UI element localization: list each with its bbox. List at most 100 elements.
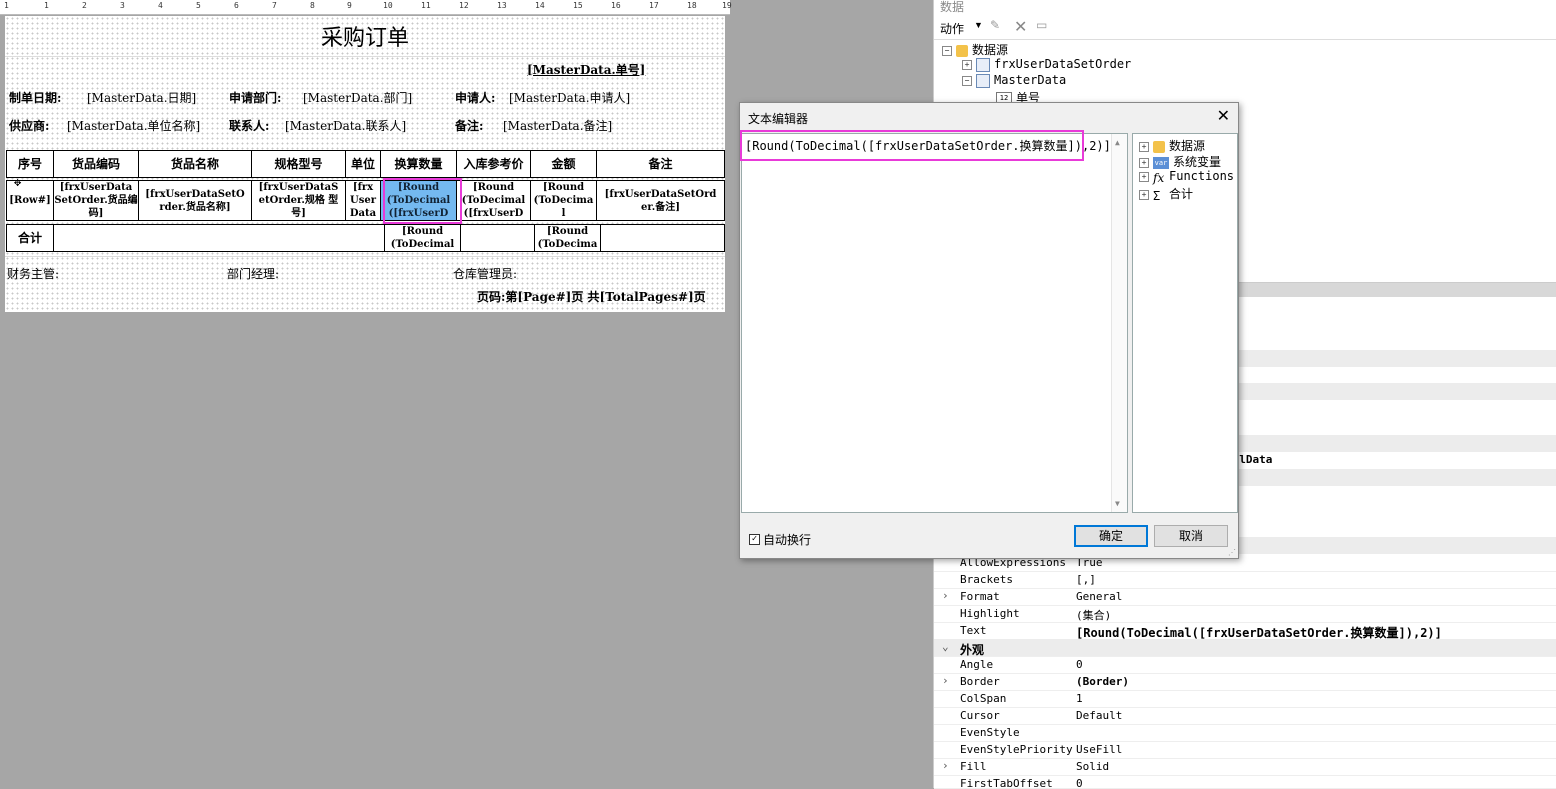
data-cell[interactable]: [Round (ToDecimal ([frxUserD (456, 180, 531, 221)
tree-item-dataset[interactable]: + frxUserDataSetOrder (962, 57, 1131, 72)
edit-icon[interactable]: ✎ (990, 18, 1000, 32)
expand-arrow-icon[interactable]: › (942, 759, 949, 772)
wordwrap-checkbox[interactable]: ✓ (749, 534, 760, 545)
finance-label[interactable]: 财务主管: (7, 265, 59, 282)
tree2-item-totals[interactable]: + Σ 合计 (1139, 185, 1193, 203)
total-amt-cell[interactable]: [Round (ToDecima (534, 224, 601, 252)
prop-value[interactable]: General (1076, 590, 1122, 603)
expand-arrow-icon[interactable]: › (942, 589, 949, 602)
collapse-arrow-icon[interactable]: ⌄ (942, 640, 949, 653)
prop-value[interactable]: 0 (1076, 658, 1083, 671)
total-empty-cell[interactable] (460, 224, 535, 252)
date-label[interactable]: 制单日期: (9, 89, 61, 106)
expand-arrow-icon[interactable]: › (942, 674, 949, 687)
date-field[interactable]: [MasterData.日期] (87, 89, 196, 106)
warehouse-label[interactable]: 仓库管理员: (453, 265, 517, 282)
report-title[interactable]: 采购订单 (5, 20, 725, 52)
col-header[interactable]: 单位 (345, 150, 381, 178)
prop-row[interactable]: › Border (Border) (934, 673, 1556, 691)
col-header[interactable]: 换算数量 (380, 150, 457, 178)
wordwrap-label[interactable]: 自动换行 (763, 531, 811, 548)
insert-tree[interactable]: + 数据源 + var 系统变量 + fx Functions + Σ 合计 (1132, 133, 1238, 513)
prop-value[interactable]: 0 (1076, 777, 1083, 788)
remark-field[interactable]: [MasterData.备注] (503, 117, 612, 134)
supplier-label[interactable]: 供应商: (9, 117, 49, 134)
expand-icon[interactable]: + (1139, 141, 1149, 152)
prop-row[interactable]: › Format General (934, 588, 1556, 606)
tree-item-masterdata[interactable]: − MasterData (962, 73, 1066, 88)
prop-row[interactable]: Cursor Default (934, 707, 1556, 725)
tree-item-datasource[interactable]: − 数据源 (942, 41, 1008, 58)
col-header[interactable]: 序号 (6, 150, 54, 178)
expand-icon[interactable]: + (1139, 171, 1149, 182)
data-cell[interactable]: [frx User Data (345, 180, 381, 221)
tree2-item-datasource[interactable]: + 数据源 (1139, 137, 1205, 154)
prop-value[interactable]: (集合) (1076, 607, 1111, 623)
scroll-down-icon[interactable]: ▼ (1115, 499, 1120, 508)
ok-button[interactable]: 确定 (1074, 525, 1148, 547)
contact-field[interactable]: [MasterData.联系人] (285, 117, 406, 134)
prop-value[interactable]: UseFill (1076, 743, 1122, 756)
cancel-button[interactable]: 取消 (1154, 525, 1228, 547)
prop-row[interactable]: EvenStyle (934, 724, 1556, 742)
contact-label[interactable]: 联系人: (229, 117, 269, 134)
prop-value[interactable]: Solid (1076, 760, 1109, 773)
action-menu[interactable]: 动作 (940, 20, 964, 37)
total-empty-cell[interactable] (53, 224, 385, 252)
close-icon[interactable]: ✕ (1217, 106, 1230, 126)
total-label[interactable]: 合计 (6, 224, 54, 252)
supplier-field[interactable]: [MasterData.单位名称] (67, 117, 200, 134)
total-qty-cell[interactable]: [Round (ToDecimal (384, 224, 461, 252)
report-page[interactable]: 采购订单 [MasterData.单号] 制单日期: [MasterData.日… (5, 16, 725, 312)
prop-row[interactable]: Angle 0 (934, 656, 1556, 674)
col-header[interactable]: 入库参考价 (456, 150, 531, 178)
prop-value[interactable]: [,] (1076, 573, 1096, 586)
col-header[interactable]: 金额 (530, 150, 597, 178)
prop-value[interactable]: (Border) (1076, 675, 1129, 688)
prop-row[interactable]: › Fill Solid (934, 758, 1556, 776)
prop-row[interactable]: Highlight (集合) (934, 605, 1556, 623)
manager-label[interactable]: 部门经理: (227, 265, 279, 282)
expand-icon[interactable]: + (1139, 189, 1149, 200)
data-cell[interactable]: [frxUserDataS etOrder.规格 型号] (251, 180, 346, 221)
tree2-item-functions[interactable]: + fx Functions (1139, 169, 1234, 185)
prop-row[interactable]: Brackets [,] (934, 571, 1556, 589)
total-table[interactable]: 合计 [Round (ToDecimal [Round (ToDecima (6, 224, 725, 252)
col-header[interactable]: 货品名称 (138, 150, 252, 178)
prop-value[interactable]: 1 (1076, 692, 1083, 705)
expand-icon[interactable]: + (1139, 157, 1149, 168)
expand-icon[interactable]: + (962, 59, 972, 70)
dept-field[interactable]: [MasterData.部门] (303, 89, 412, 106)
order-no-field[interactable]: [MasterData.单号] (527, 61, 645, 78)
page-number-field[interactable]: 页码:第[Page#]页 共[TotalPages#]页 (477, 288, 706, 305)
prop-row[interactable]: Text [Round(ToDecimal([frxUserDataSetOrde… (934, 622, 1556, 640)
applicant-field[interactable]: [MasterData.申请人] (509, 89, 630, 106)
applicant-label[interactable]: 申请人: (455, 89, 495, 106)
data-cell[interactable]: [frxUserData SetOrder.货品编码] (53, 180, 139, 221)
prop-category[interactable]: ⌄ 外观 (934, 639, 1556, 657)
expression-editor[interactable]: [Round(ToDecimal([frxUserDataSetOrder.换算… (741, 133, 1128, 513)
total-empty-cell[interactable] (600, 224, 725, 252)
header-table[interactable]: 序号 货品编码 货品名称 规格型号 单位 换算数量 入库参考价 金额 备注 (6, 150, 725, 178)
data-cell[interactable]: [frxUserDataSetO rder.货品名称] (138, 180, 252, 221)
col-header[interactable]: 备注 (596, 150, 725, 178)
prop-row[interactable]: FirstTabOffset 0 (934, 775, 1556, 789)
data-cell[interactable]: [frxUserDataSetOrd er.备注] (596, 180, 725, 221)
properties-icon[interactable]: ▭ (1036, 18, 1047, 32)
resize-grip-icon[interactable]: ⋰ (1228, 548, 1236, 557)
scroll-up-icon[interactable]: ▲ (1115, 138, 1120, 147)
data-table[interactable]: [Row#] [frxUserData SetOrder.货品编码] [frxU… (6, 180, 725, 221)
prop-value[interactable]: Default (1076, 709, 1122, 722)
collapse-icon[interactable]: − (942, 45, 952, 56)
prop-row[interactable]: EvenStylePriority UseFill (934, 741, 1556, 759)
col-header[interactable]: 规格型号 (251, 150, 346, 178)
remark-label[interactable]: 备注: (455, 117, 483, 134)
text-editor-dialog[interactable]: 文本编辑器 ✕ [Round(ToDecimal([frxUserDataSet… (739, 102, 1239, 559)
dropdown-arrow-icon[interactable]: ▼ (974, 20, 983, 30)
collapse-icon[interactable]: − (962, 75, 972, 86)
prop-row[interactable]: ColSpan 1 (934, 690, 1556, 708)
data-cell[interactable]: [Round (ToDecima l (530, 180, 597, 221)
tree2-item-sysvars[interactable]: + var 系统变量 (1139, 153, 1221, 170)
col-header[interactable]: 货品编码 (53, 150, 139, 178)
move-handle-icon[interactable]: ✥ (14, 176, 26, 188)
